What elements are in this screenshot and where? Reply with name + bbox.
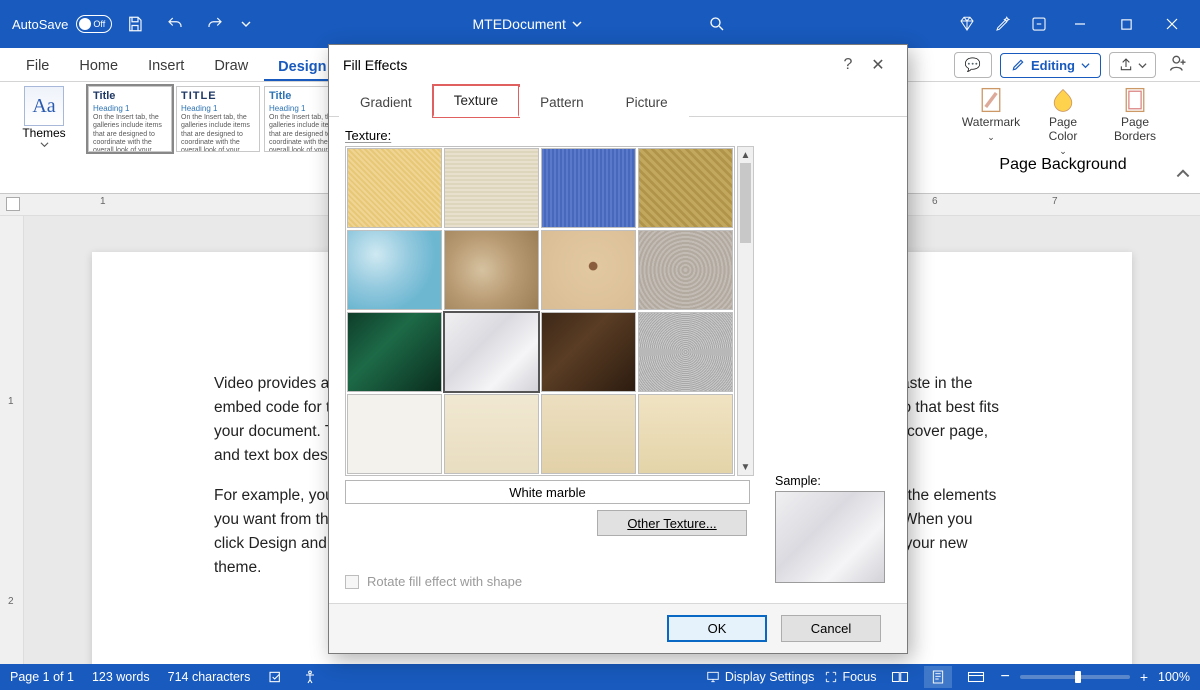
scroll-down-icon[interactable]: ▼ — [738, 459, 753, 475]
sample-swatch — [775, 491, 885, 583]
ok-button[interactable]: OK — [667, 615, 767, 642]
texture-swatch[interactable] — [638, 394, 733, 474]
texture-swatch[interactable] — [638, 230, 733, 310]
dialog-titlebar: Fill Effects ? ✕ — [329, 45, 907, 85]
help-button[interactable]: ? — [833, 56, 863, 74]
texture-name-display: White marble — [345, 480, 750, 504]
texture-swatch[interactable] — [347, 394, 442, 474]
texture-swatch[interactable] — [347, 230, 442, 310]
other-texture-button[interactable]: Other Texture... — [597, 510, 747, 536]
texture-scrollbar[interactable]: ▲ ▼ — [737, 146, 754, 476]
cancel-button[interactable]: Cancel — [781, 615, 881, 642]
tab-gradient[interactable]: Gradient — [339, 87, 433, 117]
texture-swatch[interactable] — [347, 148, 442, 228]
texture-swatch[interactable] — [444, 148, 539, 228]
rotate-label: Rotate fill effect with shape — [367, 574, 522, 589]
dialog-footer: OK Cancel — [329, 603, 907, 653]
tab-pattern[interactable]: Pattern — [519, 87, 605, 117]
close-icon[interactable]: ✕ — [863, 55, 893, 75]
texture-label: Texture: — [345, 128, 391, 143]
sample-area: Sample: — [775, 474, 885, 583]
texture-swatch[interactable] — [541, 312, 636, 392]
rotate-checkbox[interactable] — [345, 575, 359, 589]
dialog-tabs: Gradient Texture Pattern Picture — [329, 85, 907, 117]
rotate-checkbox-row: Rotate fill effect with shape — [345, 574, 522, 589]
texture-swatch[interactable] — [444, 394, 539, 474]
texture-swatch[interactable] — [541, 230, 636, 310]
sample-label: Sample: — [775, 474, 885, 488]
texture-grid — [345, 146, 735, 476]
dialog-mask: Fill Effects ? ✕ Gradient Texture Patter… — [0, 0, 1200, 690]
texture-swatch[interactable] — [444, 230, 539, 310]
tab-texture[interactable]: Texture — [433, 85, 519, 117]
texture-swatch[interactable] — [541, 148, 636, 228]
tab-picture[interactable]: Picture — [605, 87, 689, 117]
texture-swatch-selected[interactable] — [444, 312, 539, 392]
texture-swatch[interactable] — [347, 312, 442, 392]
texture-swatch[interactable] — [638, 312, 733, 392]
texture-swatch[interactable] — [638, 148, 733, 228]
fill-effects-dialog: Fill Effects ? ✕ Gradient Texture Patter… — [328, 44, 908, 654]
dialog-title: Fill Effects — [343, 57, 407, 73]
texture-swatch[interactable] — [541, 394, 636, 474]
scroll-up-icon[interactable]: ▲ — [738, 147, 753, 163]
